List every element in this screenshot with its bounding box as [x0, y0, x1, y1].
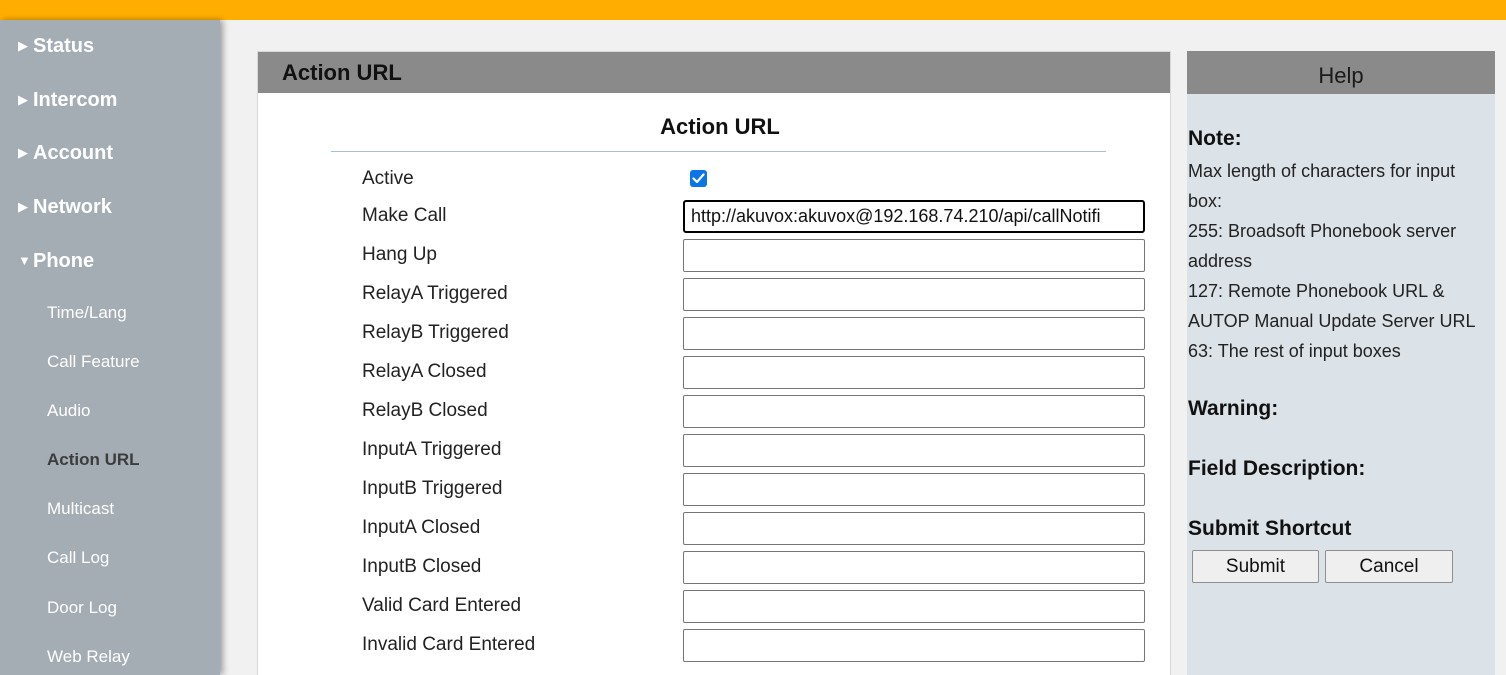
relayb-triggered-input[interactable]	[683, 317, 1145, 350]
chevron-down-icon: ▼	[18, 253, 31, 268]
relaya-closed-input[interactable]	[683, 356, 1145, 389]
note-line: 63: The rest of input boxes	[1188, 341, 1401, 361]
chevron-right-icon: ▶	[18, 92, 28, 107]
note-line: Max length of characters for input box:	[1188, 161, 1456, 211]
note-text: Max length of characters for input box: …	[1188, 156, 1493, 366]
help-title: Help	[1318, 63, 1364, 88]
make-call-input[interactable]	[683, 200, 1145, 233]
field-label: RelayA Triggered	[362, 283, 508, 304]
inputb-closed-input[interactable]	[683, 551, 1145, 584]
sidebar-item-label: Account	[33, 142, 113, 164]
field-label: Make Call	[362, 205, 447, 226]
submit-shortcut-heading: Submit Shortcut	[1188, 517, 1352, 540]
note-line: 127: Remote Phonebook URL & AUTOP Manual…	[1188, 281, 1476, 331]
action-url-panel: Action URL Action URL Active Make Call H…	[257, 51, 1171, 675]
field-label: RelayA Closed	[362, 361, 487, 382]
field-label: Valid Card Entered	[362, 595, 522, 616]
check-icon	[692, 173, 705, 184]
active-checkbox[interactable]	[690, 170, 707, 187]
top-accent-bar	[0, 0, 1506, 20]
valid-card-entered-input[interactable]	[683, 590, 1145, 623]
sidebar-item-call-feature[interactable]: Call Feature	[47, 352, 140, 372]
field-label: Invalid Card Entered	[362, 634, 536, 655]
field-label: Hang Up	[362, 244, 437, 265]
panel-header: Action URL	[258, 52, 1170, 93]
sidebar-item-door-log[interactable]: Door Log	[47, 598, 117, 618]
sidebar-item-phone[interactable]: ▼ Phone	[18, 250, 94, 273]
panel-title: Action URL	[282, 60, 402, 85]
field-description-heading: Field Description:	[1188, 457, 1366, 480]
sidebar-item-network[interactable]: ▶ Network	[18, 196, 112, 219]
field-label: RelayB Closed	[362, 400, 488, 421]
active-label: Active	[362, 168, 414, 189]
relaya-triggered-input[interactable]	[683, 278, 1145, 311]
sidebar-item-multicast[interactable]: Multicast	[47, 499, 114, 519]
inputa-triggered-input[interactable]	[683, 434, 1145, 467]
sidebar-item-time-lang[interactable]: Time/Lang	[47, 303, 127, 323]
help-panel: Help Note: Max length of characters for …	[1187, 51, 1495, 675]
note-heading: Note:	[1188, 127, 1242, 150]
inputa-closed-input[interactable]	[683, 512, 1145, 545]
chevron-right-icon: ▶	[18, 199, 28, 214]
sidebar-item-call-log[interactable]: Call Log	[47, 548, 109, 568]
help-header: Help	[1187, 51, 1495, 94]
field-label: InputB Closed	[362, 556, 482, 577]
sidebar-item-account[interactable]: ▶ Account	[18, 142, 113, 165]
sidebar-item-label: Phone	[33, 250, 95, 272]
section-divider	[331, 151, 1106, 152]
sidebar-item-status[interactable]: ▶ Status	[18, 35, 94, 58]
field-label: InputB Triggered	[362, 478, 503, 499]
sidebar-item-audio[interactable]: Audio	[47, 401, 90, 421]
field-label: RelayB Triggered	[362, 322, 509, 343]
sidebar-item-label: Intercom	[33, 89, 118, 111]
warning-heading: Warning:	[1188, 397, 1279, 420]
submit-button[interactable]: Submit	[1192, 550, 1319, 583]
sidebar-item-web-relay[interactable]: Web Relay	[47, 647, 130, 667]
chevron-right-icon: ▶	[18, 145, 28, 160]
invalid-card-entered-input[interactable]	[683, 629, 1145, 662]
chevron-right-icon: ▶	[18, 38, 28, 53]
sidebar-item-action-url[interactable]: Action URL	[47, 450, 140, 470]
field-label: InputA Closed	[362, 517, 481, 538]
relayb-closed-input[interactable]	[683, 395, 1145, 428]
hang-up-input[interactable]	[683, 239, 1145, 272]
cancel-button[interactable]: Cancel	[1325, 550, 1453, 583]
sidebar-item-label: Network	[33, 196, 112, 218]
field-label: InputA Triggered	[362, 439, 502, 460]
note-line: 255: Broadsoft Phonebook server address	[1188, 221, 1457, 271]
sidebar-item-intercom[interactable]: ▶ Intercom	[18, 89, 117, 112]
inputb-triggered-input[interactable]	[683, 473, 1145, 506]
section-title: Action URL	[660, 114, 780, 139]
sidebar-item-label: Status	[33, 35, 95, 57]
sidebar: ▶ Status ▶ Intercom ▶ Account ▶ Network ▼ Pho…	[0, 20, 220, 675]
